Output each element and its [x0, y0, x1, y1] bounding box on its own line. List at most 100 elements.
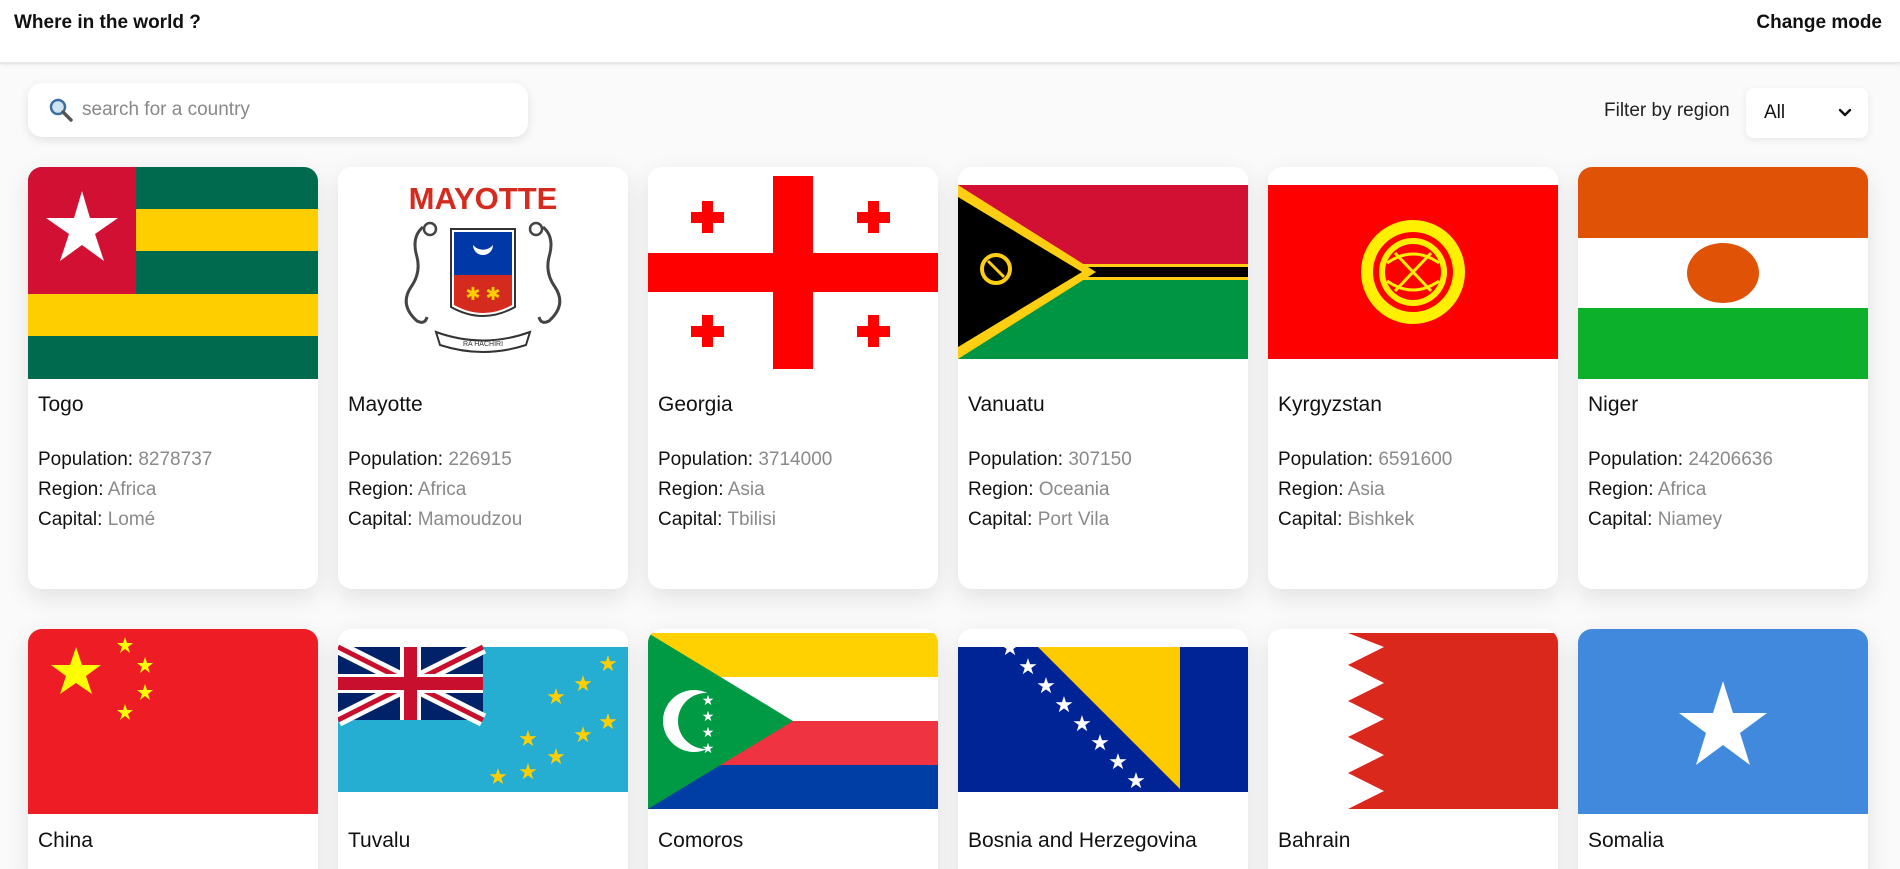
population-value: 3714000	[758, 449, 833, 470]
country-card[interactable]: Bahrain	[1268, 629, 1558, 869]
svg-text:★: ★	[1072, 711, 1092, 736]
capital-label: Capital:	[1278, 509, 1348, 530]
country-info: Population: 6591600 Region: Asia Capital…	[1278, 445, 1452, 535]
flag-vanuatu	[958, 167, 1248, 379]
svg-text:★: ★	[702, 708, 715, 724]
flag-tuvalu: ★ ★ ★ ★ ★ ★ ★ ★ ★	[338, 629, 628, 814]
country-info: Population: 3714000 Region: Asia Capital…	[658, 445, 832, 535]
flag-togo	[28, 167, 318, 379]
flag-bahrain	[1268, 629, 1558, 814]
svg-text:★: ★	[573, 722, 593, 747]
flag-somalia	[1578, 629, 1868, 814]
country-name: Bahrain	[1278, 829, 1351, 852]
mayotte-motto-text: RA HACHIRI	[463, 341, 503, 348]
country-card[interactable]: Vanuatu Population: 307150 Region: Ocean…	[958, 167, 1248, 589]
svg-text:★: ★	[702, 724, 715, 740]
country-info: Population: 8278737 Region: Africa Capit…	[38, 445, 212, 535]
flag-mayotte: MAYOTTE ✱ ✱ RA HACHIRI	[338, 167, 628, 379]
population-label: Population:	[348, 449, 449, 470]
country-name: Bosnia and Herzegovina	[968, 829, 1197, 852]
population-value: 307150	[1068, 449, 1132, 470]
svg-text:★: ★	[1054, 692, 1074, 717]
svg-text:★: ★	[573, 671, 593, 696]
country-card[interactable]: ★ ★ ★ ★ ★ ★ ★ ★ Bosnia and Herzegovina	[958, 629, 1248, 869]
country-card[interactable]: Georgia Population: 3714000 Region: Asia…	[648, 167, 938, 589]
svg-text:★: ★	[1126, 768, 1146, 793]
svg-text:★: ★	[546, 744, 566, 769]
country-name: Tuvalu	[348, 829, 411, 852]
country-name: Vanuatu	[968, 393, 1045, 416]
svg-text:✱ ✱: ✱ ✱	[465, 284, 500, 304]
capital-value: Lomé	[107, 509, 156, 530]
country-name: Georgia	[658, 393, 733, 416]
country-info: Population: 226915 Region: Africa Capita…	[348, 445, 522, 535]
svg-text:★: ★	[598, 651, 618, 676]
flag-china	[28, 629, 318, 814]
country-name: Niger	[1588, 393, 1639, 416]
population-label: Population:	[38, 449, 139, 470]
country-card[interactable]: Kyrgyzstan Population: 6591600 Region: A…	[1268, 167, 1558, 589]
svg-text:★: ★	[1000, 635, 1020, 660]
svg-text:★: ★	[1090, 730, 1110, 755]
region-value: Africa	[1657, 479, 1707, 500]
country-grid: Togo Population: 8278737 Region: Africa …	[0, 0, 1900, 869]
capital-label: Capital:	[348, 509, 418, 530]
capital-value: Niamey	[1657, 509, 1723, 530]
svg-text:★: ★	[488, 764, 508, 789]
capital-label: Capital:	[658, 509, 728, 530]
country-card[interactable]: ★ ★ ★ ★ ★ ★ ★ ★ ★ Tuvalu	[338, 629, 628, 869]
capital-label: Capital:	[968, 509, 1038, 530]
country-card[interactable]: China	[28, 629, 318, 869]
country-name: Somalia	[1588, 829, 1664, 852]
svg-text:★: ★	[702, 740, 715, 756]
country-card[interactable]: Somalia	[1578, 629, 1868, 869]
capital-label: Capital:	[1588, 509, 1658, 530]
population-value: 24206636	[1688, 449, 1773, 470]
mayotte-flag-text: MAYOTTE	[409, 181, 558, 216]
population-value: 226915	[448, 449, 512, 470]
population-label: Population:	[658, 449, 759, 470]
country-info: Population: 24206636 Region: Africa Capi…	[1588, 445, 1773, 535]
flag-kyrgyzstan	[1268, 167, 1558, 379]
country-card[interactable]: Togo Population: 8278737 Region: Africa …	[28, 167, 318, 589]
svg-text:★: ★	[1018, 654, 1038, 679]
country-card[interactable]: Niger Population: 24206636 Region: Afric…	[1578, 167, 1868, 589]
country-info: Population: 307150 Region: Oceania Capit…	[968, 445, 1132, 535]
region-value: Africa	[107, 479, 157, 500]
top-header: Where in the world ? Change mode	[0, 0, 1900, 63]
change-mode-button[interactable]: Change mode	[1756, 12, 1882, 34]
population-label: Population:	[1588, 449, 1689, 470]
region-label: Region:	[38, 479, 108, 500]
country-name: Comoros	[658, 829, 744, 852]
svg-text:★: ★	[546, 684, 566, 709]
flag-comoros: ★ ★ ★ ★	[648, 629, 938, 814]
population-label: Population:	[1278, 449, 1379, 470]
svg-text:★: ★	[1036, 673, 1056, 698]
population-value: 8278737	[138, 449, 213, 470]
svg-text:★: ★	[518, 726, 538, 751]
region-value: Asia	[727, 479, 765, 500]
country-name: Togo	[38, 393, 84, 416]
capital-value: Bishkek	[1347, 509, 1415, 530]
region-label: Region:	[348, 479, 418, 500]
svg-text:★: ★	[702, 692, 715, 708]
region-label: Region:	[1588, 479, 1658, 500]
capital-value: Tbilisi	[727, 509, 776, 530]
svg-text:★: ★	[518, 759, 538, 784]
country-card[interactable]: MAYOTTE ✱ ✱ RA HACHIRI Mayotte Populatio…	[338, 167, 628, 589]
region-value: Asia	[1347, 479, 1385, 500]
country-name: China	[38, 829, 93, 852]
capital-label: Capital:	[38, 509, 108, 530]
flag-bosnia-and-herzegovina: ★ ★ ★ ★ ★ ★ ★ ★	[958, 629, 1248, 814]
app-title: Where in the world ?	[14, 12, 201, 33]
region-value: Oceania	[1038, 479, 1110, 500]
region-label: Region:	[968, 479, 1039, 500]
region-label: Region:	[1278, 479, 1348, 500]
region-label: Region:	[658, 479, 728, 500]
capital-value: Mamoudzou	[417, 509, 523, 530]
svg-text:★: ★	[1108, 749, 1128, 774]
country-card[interactable]: ★ ★ ★ ★ Comoros	[648, 629, 938, 869]
flag-georgia	[648, 167, 938, 379]
country-name: Mayotte	[348, 393, 423, 416]
capital-value: Port Vila	[1037, 509, 1110, 530]
